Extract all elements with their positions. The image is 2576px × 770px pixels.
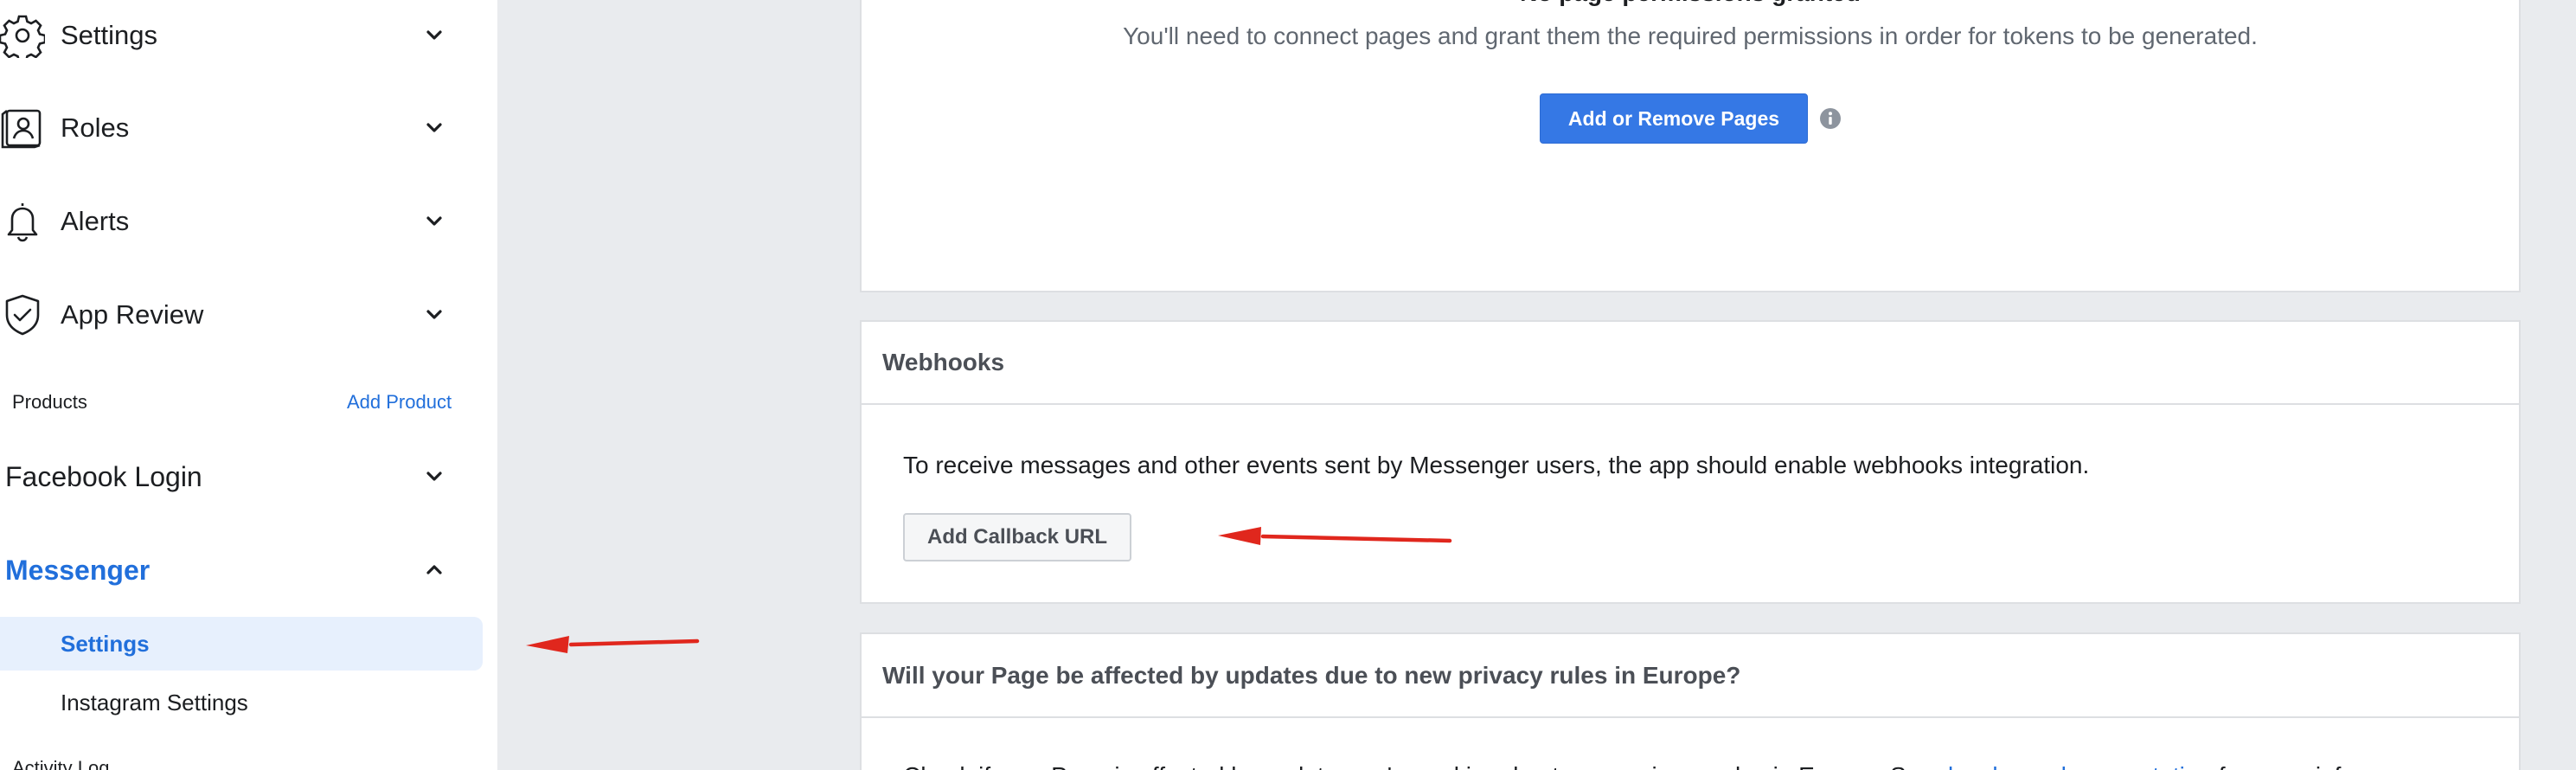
webhooks-description: To receive messages and other events sen…: [903, 452, 2090, 478]
sidebar-subitem-messenger-settings[interactable]: Settings: [0, 617, 483, 671]
bell-icon: [0, 199, 45, 244]
webhooks-card: Webhooks To receive messages and other e…: [860, 320, 2521, 604]
subitem-label: Settings: [61, 630, 150, 657]
product-label: Messenger: [5, 554, 151, 586]
sidebar-item-roles[interactable]: Roles: [0, 93, 467, 163]
annotation-arrow-icon: [526, 636, 700, 653]
privacy-text-start: Check if your Page is affected by update…: [903, 762, 1940, 770]
chevron-down-icon: [422, 116, 446, 140]
privacy-rules-card: Will your Page be affected by updates du…: [860, 632, 2521, 770]
permissions-description: You'll need to connect pages and grant t…: [1123, 22, 2258, 49]
subitem-label: Instagram Settings: [61, 689, 248, 715]
sidebar-item-label: Roles: [61, 112, 130, 143]
add-or-remove-pages-button[interactable]: Add or Remove Pages: [1540, 93, 1808, 144]
sidebar-subitem-instagram-settings[interactable]: Instagram Settings: [0, 676, 483, 729]
sidebar-item-alerts[interactable]: Alerts: [0, 187, 467, 256]
chevron-down-icon: [422, 23, 446, 48]
sidebar-item-label: Settings: [61, 20, 158, 50]
chevron-down-icon: [422, 303, 446, 327]
sidebar-item-app-review[interactable]: App Review: [0, 280, 467, 350]
info-icon[interactable]: [1819, 107, 1842, 130]
chevron-down-icon: [422, 209, 446, 234]
sidebar-item-label: Alerts: [61, 206, 130, 236]
sidebar-item-settings[interactable]: Settings: [0, 1, 467, 70]
shield-check-icon: [0, 292, 45, 337]
page-permissions-card: No page permissions granted You'll need …: [860, 0, 2521, 292]
chevron-up-icon: [422, 558, 446, 582]
products-heading: Products: [12, 391, 87, 413]
privacy-text-end: for more info on: [2212, 762, 2388, 770]
sidebar-item-facebook-login[interactable]: Facebook Login: [5, 446, 467, 507]
sidebar-item-messenger[interactable]: Messenger: [5, 540, 467, 600]
roles-icon: [0, 106, 45, 151]
privacy-header: Will your Page be affected by updates du…: [862, 634, 2519, 718]
gear-icon: [0, 13, 45, 58]
privacy-description: Check if your Page is affected by update…: [903, 762, 2388, 770]
webhooks-header: Webhooks: [862, 322, 2519, 405]
add-product-link[interactable]: Add Product: [347, 391, 452, 414]
developer-documentation-link[interactable]: developer documentation: [1940, 762, 2212, 770]
sidebar-item-label: App Review: [61, 299, 204, 330]
chevron-down-icon: [422, 465, 446, 489]
permissions-title: No page permissions granted: [862, 0, 2519, 7]
sidebar-item-activity-log[interactable]: Activity Log: [12, 757, 110, 770]
add-callback-url-button[interactable]: Add Callback URL: [903, 513, 1131, 561]
sidebar: Settings Roles Alerts App Review Product…: [0, 0, 497, 770]
annotation-arrow-icon: [1218, 527, 1452, 545]
product-label: Facebook Login: [5, 460, 202, 492]
